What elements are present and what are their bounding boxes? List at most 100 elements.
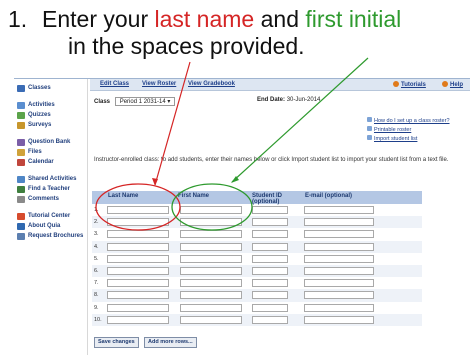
sidebar-item-label: Request Brochures [28, 233, 84, 239]
email-input[interactable] [304, 242, 374, 251]
student-id-input[interactable] [252, 230, 288, 239]
sidebar-item-comments[interactable]: Comments [14, 194, 87, 204]
last-name-input[interactable] [107, 242, 169, 251]
help-links: How do I set up a class roster? Printabl… [367, 117, 450, 144]
student-id-input[interactable] [252, 254, 288, 263]
student-id-input[interactable] [252, 242, 288, 251]
row-number: 9. [94, 304, 99, 311]
roster-howto-link[interactable]: How do I set up a class roster? [367, 117, 450, 126]
sidebar-item-classes[interactable]: Classes [14, 83, 87, 93]
email-input[interactable] [304, 266, 374, 275]
help-icon [442, 81, 448, 87]
roster-header-row: Last Name First Name Student ID (optiona… [92, 191, 422, 205]
end-date-label: End Date: [257, 97, 286, 103]
sidebar-item-about-quia[interactable]: About Quia [14, 221, 87, 231]
add-more-rows-button[interactable]: Add more rows... [144, 337, 197, 348]
sidebar-item-find-teacher[interactable]: Find a Teacher [14, 184, 87, 194]
table-row: 9. [92, 302, 422, 314]
activities-icon [17, 101, 25, 109]
slide-step-number: 1. [8, 6, 28, 32]
slide-text-before: Enter your [42, 6, 155, 32]
first-name-input[interactable] [180, 218, 242, 227]
printable-roster-link[interactable]: Printable roster [367, 126, 450, 135]
help-link[interactable]: Help [442, 81, 463, 88]
sidebar-item-activities[interactable]: Activities [14, 100, 87, 110]
first-name-input[interactable] [180, 303, 242, 312]
last-name-input[interactable] [107, 291, 169, 300]
first-name-input[interactable] [180, 242, 242, 251]
last-name-input[interactable] [107, 230, 169, 239]
tab-edit-class[interactable]: Edit Class [100, 81, 129, 87]
tab-view-roster[interactable]: View Roster [142, 81, 176, 87]
student-id-input[interactable] [252, 291, 288, 300]
import-icon [367, 135, 372, 140]
last-name-input[interactable] [107, 315, 169, 324]
student-id-input[interactable] [252, 303, 288, 312]
student-id-input[interactable] [252, 206, 288, 214]
first-name-input[interactable] [180, 291, 242, 300]
first-initial-highlight: first initial [305, 6, 402, 32]
header-email: E-mail (optional) [305, 193, 352, 199]
comments-icon [17, 195, 25, 203]
first-name-input[interactable] [180, 206, 242, 214]
sidebar-item-shared-activities[interactable]: Shared Activities [14, 174, 87, 184]
student-id-input[interactable] [252, 266, 288, 275]
import-student-list-link[interactable]: Import student list [367, 135, 450, 144]
sidebar-item-files[interactable]: Files [14, 147, 87, 157]
student-id-input[interactable] [252, 218, 288, 227]
email-input[interactable] [304, 279, 374, 288]
email-input[interactable] [304, 291, 374, 300]
first-name-input[interactable] [180, 279, 242, 288]
sidebar-item-tutorial-center[interactable]: Tutorial Center [14, 211, 87, 221]
row-number: 7. [94, 280, 99, 287]
email-input[interactable] [304, 303, 374, 312]
surveys-icon [17, 121, 25, 129]
header-first-name: First Name [178, 193, 210, 199]
first-name-input[interactable] [180, 230, 242, 239]
table-row: 6. [92, 264, 422, 278]
first-name-input[interactable] [180, 315, 242, 324]
last-name-input[interactable] [107, 279, 169, 288]
tutorials-link[interactable]: Tutorials [393, 81, 426, 88]
sidebar-item-label: Find a Teacher [28, 186, 70, 192]
tab-view-gradebook[interactable]: View Gradebook [188, 81, 235, 87]
sidebar-item-label: Calendar [28, 159, 54, 165]
sidebar-item-question-bank[interactable]: Question Bank [14, 137, 87, 147]
row-number: 6. [94, 267, 99, 274]
class-select[interactable]: Period 1 2031-14 ▾ [114, 97, 176, 106]
student-id-input[interactable] [252, 315, 288, 324]
sidebar-item-calendar[interactable]: Calendar [14, 157, 87, 167]
shared-icon [17, 175, 25, 183]
email-input[interactable] [304, 230, 374, 239]
email-input[interactable] [304, 254, 374, 263]
teacher-icon [17, 185, 25, 193]
roster-grid: Last Name First Name Student ID (optiona… [92, 191, 422, 326]
last-name-input[interactable] [107, 254, 169, 263]
sidebar-item-label: Activities [28, 102, 55, 108]
table-row: 8. [92, 289, 422, 302]
save-changes-button[interactable]: Save changes [94, 337, 139, 348]
last-name-input[interactable] [107, 303, 169, 312]
student-id-input[interactable] [252, 279, 288, 288]
sidebar-item-label: Comments [28, 196, 60, 202]
first-name-input[interactable] [180, 266, 242, 275]
sidebar-item-quizzes[interactable]: Quizzes [14, 110, 87, 120]
sidebar-item-label: Classes [28, 85, 51, 91]
sidebar-item-label: Shared Activities [28, 176, 77, 182]
slide-title-line-2: in the spaces provided. [68, 33, 305, 59]
about-icon [17, 222, 25, 230]
last-name-input[interactable] [107, 266, 169, 275]
row-number: 3. [94, 231, 99, 238]
table-row: 3. [92, 228, 422, 240]
sidebar-item-request-brochures[interactable]: Request Brochures [14, 231, 87, 241]
sidebar-item-surveys[interactable]: Surveys [14, 120, 87, 130]
email-input[interactable] [304, 206, 374, 214]
last-name-input[interactable] [107, 218, 169, 227]
first-name-input[interactable] [180, 254, 242, 263]
email-input[interactable] [304, 218, 374, 227]
last-name-input[interactable] [107, 206, 169, 214]
email-input[interactable] [304, 315, 374, 324]
header-last-name: Last Name [108, 193, 139, 199]
row-number: 4. [94, 243, 99, 250]
brochure-icon [17, 232, 25, 240]
